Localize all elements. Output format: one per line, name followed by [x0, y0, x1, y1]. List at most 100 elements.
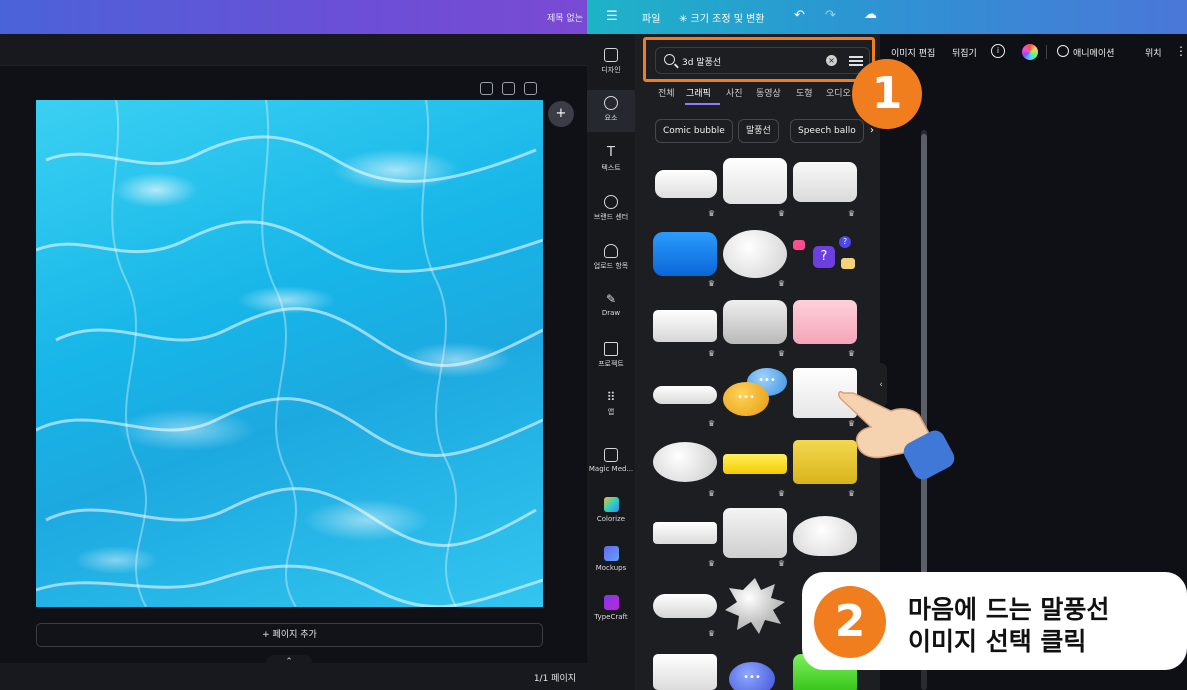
graphic-tile[interactable]: ♛: [793, 158, 859, 218]
folder-icon: [604, 342, 618, 356]
speech-bubble-graphic: [653, 232, 717, 276]
graphic-tile[interactable]: ••• •••: [723, 368, 789, 428]
rail-item-apps[interactable]: ⠿ 앱: [587, 390, 635, 417]
file-menu[interactable]: 파일: [642, 10, 660, 25]
step-2-text-line1: 마음에 드는 말풍선: [908, 595, 1110, 624]
question-bubble-graphic: ?: [839, 236, 851, 248]
burst-bubble-graphic: [725, 578, 785, 634]
crown-icon: ♛: [707, 349, 715, 358]
graphic-tile[interactable]: ♛: [653, 438, 719, 498]
water-caustics: [36, 100, 543, 607]
text-icon: T: [607, 145, 615, 160]
graphic-tile[interactable]: [653, 648, 719, 690]
chip-speech-bubble-ko[interactable]: 말풍선: [738, 119, 779, 143]
speech-bubble-graphic: [653, 594, 717, 618]
tab-all[interactable]: 전체: [658, 86, 675, 99]
page-count[interactable]: 1/1 페이지: [534, 671, 576, 684]
tab-audio[interactable]: 오디오: [826, 86, 851, 99]
edit-image-button[interactable]: 이미지 편집: [891, 46, 935, 59]
rail-label: TypeCraft: [594, 613, 628, 621]
graphic-tile[interactable]: ♛: [723, 158, 789, 218]
redo-icon[interactable]: ↷: [825, 8, 836, 23]
step-2-callout: 2 마음에 드는 말풍선 이미지 선택 클릭: [802, 572, 1187, 670]
rail-item-typecraft[interactable]: TypeCraft: [587, 595, 635, 621]
resize-button[interactable]: ✳ 크기 조정 및 변환: [679, 10, 765, 25]
rail-item-colorize[interactable]: Colorize: [587, 497, 635, 523]
tab-graphics[interactable]: 그래픽: [686, 86, 711, 99]
duplicate-icon[interactable]: [502, 82, 515, 95]
more-icon[interactable]: ⋮: [1175, 44, 1187, 58]
chip-speech-balloon[interactable]: Speech ballo: [790, 119, 864, 143]
animate-button[interactable]: 애니메이션: [1073, 46, 1114, 59]
graphic-tile[interactable]: [793, 508, 859, 568]
info-icon[interactable]: i: [991, 44, 1005, 58]
graphic-tile[interactable]: ♛: [723, 298, 789, 358]
cloud-check-icon[interactable]: ☁: [864, 7, 877, 22]
graphic-tile[interactable]: ? ?: [793, 228, 859, 288]
graphic-tile[interactable]: ♛: [653, 508, 719, 568]
add-page-icon[interactable]: [524, 82, 537, 95]
mockups-icon: [603, 546, 619, 561]
crown-icon: ♛: [777, 489, 785, 498]
animate-icon[interactable]: [1057, 45, 1069, 57]
tab-videos[interactable]: 동영상: [756, 86, 781, 99]
graphic-tile[interactable]: ♛: [723, 438, 789, 498]
add-comment-button[interactable]: +: [548, 101, 574, 127]
graphic-tile[interactable]: [723, 578, 789, 638]
crown-icon: ♛: [777, 349, 785, 358]
speech-bubble-graphic: [723, 158, 787, 204]
rail-item-draw[interactable]: ✎ Draw: [587, 292, 635, 317]
canvas-top-bar: 제목 없는: [0, 0, 587, 34]
design-icon: [604, 48, 618, 62]
canvas-context-toolbar: [0, 34, 587, 66]
graphic-tile[interactable]: ♛: [653, 158, 719, 218]
position-button[interactable]: 위치: [1145, 46, 1162, 59]
brand-icon: [604, 195, 618, 209]
tab-shapes[interactable]: 도형: [796, 86, 813, 99]
graphic-tile[interactable]: ♛: [723, 508, 789, 568]
tab-photos[interactable]: 사진: [726, 86, 743, 99]
graphic-tile[interactable]: ♛: [653, 578, 719, 638]
rail-item-upload[interactable]: 업로드 항목: [587, 244, 635, 271]
rail-item-magic-media[interactable]: Magic Med...: [587, 448, 635, 473]
rail-item-brand[interactable]: 브랜드 센터: [587, 195, 635, 222]
flip-button[interactable]: 뒤집기: [952, 46, 977, 59]
crown-icon: ♛: [777, 209, 785, 218]
rail-item-text[interactable]: T 텍스트: [587, 146, 635, 173]
question-bubble-graphic: [793, 240, 805, 250]
graphic-tile[interactable]: ♛: [723, 228, 789, 288]
speech-bubble-graphic: [653, 654, 717, 690]
graphic-tile[interactable]: ♛: [653, 228, 719, 288]
pool-water-image[interactable]: [36, 100, 543, 607]
chat-bubble-graphic: •••: [723, 382, 769, 416]
search-highlight-box: [643, 37, 875, 82]
graphic-tile[interactable]: ♛: [653, 298, 719, 358]
rail-item-projects[interactable]: 프로젝트: [587, 342, 635, 369]
speech-bubble-graphic: [723, 508, 787, 558]
speech-bubble-graphic: [653, 442, 717, 482]
question-bubble-graphic: ?: [813, 246, 835, 268]
rail-item-elements[interactable]: 요소: [587, 90, 635, 132]
undo-icon[interactable]: ↶: [794, 8, 805, 23]
active-tab-indicator: [685, 103, 720, 105]
speech-bubble-graphic: [723, 230, 787, 278]
rail-item-mockups[interactable]: Mockups: [587, 546, 635, 572]
crown-icon: ♛: [707, 629, 715, 638]
chat-bubble-graphic: •••: [729, 662, 775, 690]
add-page-button[interactable]: + 페이지 추가: [36, 623, 543, 647]
graphic-tile[interactable]: ♛: [653, 368, 719, 428]
rail-label: 브랜드 센터: [593, 213, 629, 221]
chip-comic-bubble[interactable]: Comic bubble: [655, 119, 733, 143]
rail-label: 디자인: [601, 66, 621, 74]
graphic-tile[interactable]: •••: [723, 648, 789, 690]
speech-bubble-graphic: [793, 300, 857, 344]
color-picker-icon[interactable]: [1022, 44, 1038, 60]
lock-icon[interactable]: [480, 82, 493, 95]
document-title[interactable]: 제목 없는: [547, 11, 583, 24]
rail-label: 프로젝트: [598, 360, 624, 368]
upload-icon: [604, 244, 618, 258]
graphic-tile[interactable]: ♛: [793, 298, 859, 358]
hamburger-icon[interactable]: ☰: [606, 9, 618, 24]
rail-item-design[interactable]: 디자인: [587, 48, 635, 75]
scrollbar-thumb[interactable]: [921, 134, 927, 574]
